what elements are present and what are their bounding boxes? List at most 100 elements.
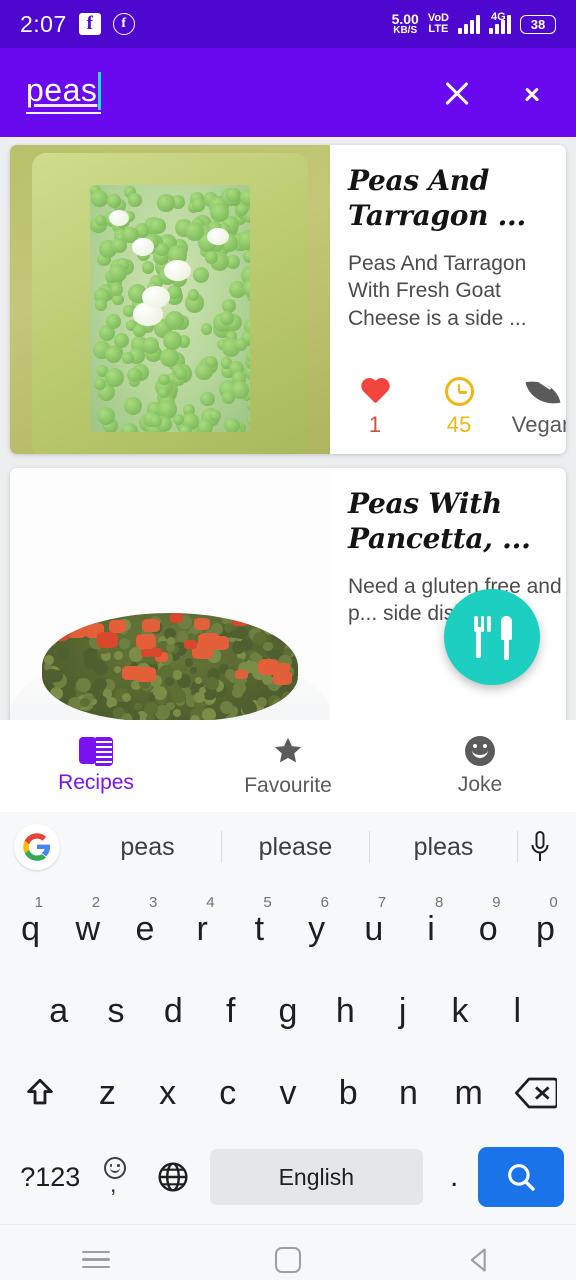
key-o[interactable]: 9o xyxy=(460,890,517,968)
emoji-key[interactable]: , xyxy=(89,1138,146,1216)
key-w[interactable]: 2w xyxy=(59,890,116,968)
google-icon[interactable] xyxy=(14,824,60,870)
key-m[interactable]: m xyxy=(439,1054,499,1132)
suggestion-1[interactable]: peas xyxy=(74,831,222,863)
key-sup: 3 xyxy=(148,894,158,911)
key-sup: 5 xyxy=(263,894,272,911)
key-label: p xyxy=(535,909,555,948)
key-h[interactable]: h xyxy=(317,972,374,1050)
menu-icon xyxy=(82,1246,110,1274)
key-s[interactable]: s xyxy=(87,972,144,1050)
key-c[interactable]: c xyxy=(198,1054,258,1132)
recipe-meta: 1 45 Vegan xyxy=(348,376,566,444)
search-field[interactable]: peas xyxy=(26,71,102,114)
suggestion-3[interactable]: pleas xyxy=(370,831,518,863)
key-x[interactable]: x xyxy=(137,1054,197,1132)
time-stat: 45 xyxy=(432,377,486,438)
language-key[interactable] xyxy=(145,1138,202,1216)
recipe-title: Peas And Tarragon ... xyxy=(348,164,526,233)
key-t[interactable]: 5t xyxy=(231,890,288,968)
add-recipe-fab[interactable] xyxy=(444,589,540,685)
key-label: e xyxy=(135,909,155,948)
key-r[interactable]: 4r xyxy=(174,890,231,968)
key-z[interactable]: z xyxy=(77,1054,137,1132)
chevron-right-icon[interactable] xyxy=(516,76,550,110)
key-y[interactable]: 6y xyxy=(288,890,345,968)
key-label: t xyxy=(254,909,265,948)
backspace-key[interactable] xyxy=(499,1054,574,1132)
keyboard-row-3: z x c v b n m xyxy=(2,1052,574,1134)
nav-item-joke[interactable]: Joke xyxy=(384,735,576,797)
like-count: 1 xyxy=(368,412,382,437)
key-sup: 2 xyxy=(91,894,101,911)
suggestion-strip: peas please pleas xyxy=(0,812,576,882)
volte-bottom-text: LTE xyxy=(428,23,449,35)
key-sup: 7 xyxy=(377,894,387,911)
key-label: w xyxy=(75,909,101,948)
key-f[interactable]: f xyxy=(202,972,259,1050)
status-bar: 2:07 f f 5.00 KB/S VoD LTE 4G 38 xyxy=(0,0,576,48)
key-label: o xyxy=(478,909,498,948)
recents-button[interactable] xyxy=(0,1246,192,1274)
key-p[interactable]: 0p xyxy=(517,890,574,968)
key-sup: 0 xyxy=(549,894,558,911)
cutlery-icon xyxy=(470,614,514,660)
key-b[interactable]: b xyxy=(318,1054,378,1132)
key-n[interactable]: n xyxy=(378,1054,438,1132)
backspace-icon xyxy=(515,1077,558,1109)
key-k[interactable]: k xyxy=(431,972,488,1050)
recipe-card-body: Peas With Pancetta, ... Need a gluten fr… xyxy=(330,468,566,720)
microphone-icon[interactable] xyxy=(518,830,562,864)
key-u[interactable]: 7u xyxy=(345,890,402,968)
recipe-list[interactable]: Peas And Tarragon ... Peas And Tarragon … xyxy=(0,137,576,720)
keyboard: peas please pleas 1q 2w 3e 4r 5t 6y 7u 8 xyxy=(0,812,576,1224)
key-sup: 1 xyxy=(34,894,43,911)
system-navigation-bar xyxy=(0,1224,576,1280)
key-j[interactable]: j xyxy=(374,972,431,1050)
key-g[interactable]: g xyxy=(259,972,316,1050)
close-icon[interactable] xyxy=(440,76,474,110)
like-stat[interactable]: 1 xyxy=(348,379,402,438)
leaf-icon xyxy=(525,376,561,409)
recipe-card[interactable]: Peas And Tarragon ... Peas And Tarragon … xyxy=(10,145,566,454)
spacebar-key[interactable]: English xyxy=(209,1149,423,1205)
key-l[interactable]: l xyxy=(489,972,546,1050)
smiley-icon xyxy=(465,735,495,766)
search-bar[interactable]: peas xyxy=(26,71,440,114)
network-type-label: 4G xyxy=(491,11,506,23)
diet-stat: Vegan xyxy=(512,376,566,438)
key-label: r xyxy=(196,909,208,948)
keyboard-row-2: a s d f g h j k l xyxy=(2,970,574,1052)
data-rate-unit: KB/S xyxy=(393,25,418,36)
suggestion-2[interactable]: please xyxy=(222,831,370,863)
shift-icon xyxy=(26,1078,53,1105)
book-icon xyxy=(79,737,113,766)
search-enter-key[interactable] xyxy=(477,1138,564,1216)
signal-bars-icon-1 xyxy=(458,14,480,34)
back-button[interactable] xyxy=(384,1246,576,1274)
heart-icon[interactable] xyxy=(360,379,390,406)
key-v[interactable]: v xyxy=(258,1054,318,1132)
search-input[interactable]: peas xyxy=(26,72,97,109)
key-sup: 9 xyxy=(492,894,501,911)
diet-label: Vegan xyxy=(511,412,566,437)
nav-item-recipes[interactable]: Recipes xyxy=(0,737,192,795)
home-button[interactable] xyxy=(192,1246,384,1273)
bottom-navigation: Recipes Favourite Joke xyxy=(0,720,576,812)
key-q[interactable]: 1q xyxy=(2,890,59,968)
nav-item-favourite[interactable]: Favourite xyxy=(192,735,384,798)
key-d[interactable]: d xyxy=(145,972,202,1050)
key-a[interactable]: a xyxy=(30,972,87,1050)
key-e[interactable]: 3e xyxy=(116,890,173,968)
phone-screen: 2:07 f f 5.00 KB/S VoD LTE 4G 38 peas Pe… xyxy=(0,0,576,1280)
key-i[interactable]: 8i xyxy=(402,890,459,968)
period-key[interactable]: . xyxy=(431,1138,478,1216)
shift-key[interactable] xyxy=(2,1054,77,1132)
status-bar-right: 5.00 KB/S VoD LTE 4G 38 xyxy=(392,11,556,36)
status-bar-left: 2:07 f f xyxy=(20,11,135,38)
key-sup: 6 xyxy=(320,894,329,911)
recipe-image xyxy=(10,468,330,720)
facebook-icon: f xyxy=(78,13,101,35)
emoji-icon: , xyxy=(100,1157,134,1197)
symbols-key[interactable]: ?123 xyxy=(12,1138,89,1216)
